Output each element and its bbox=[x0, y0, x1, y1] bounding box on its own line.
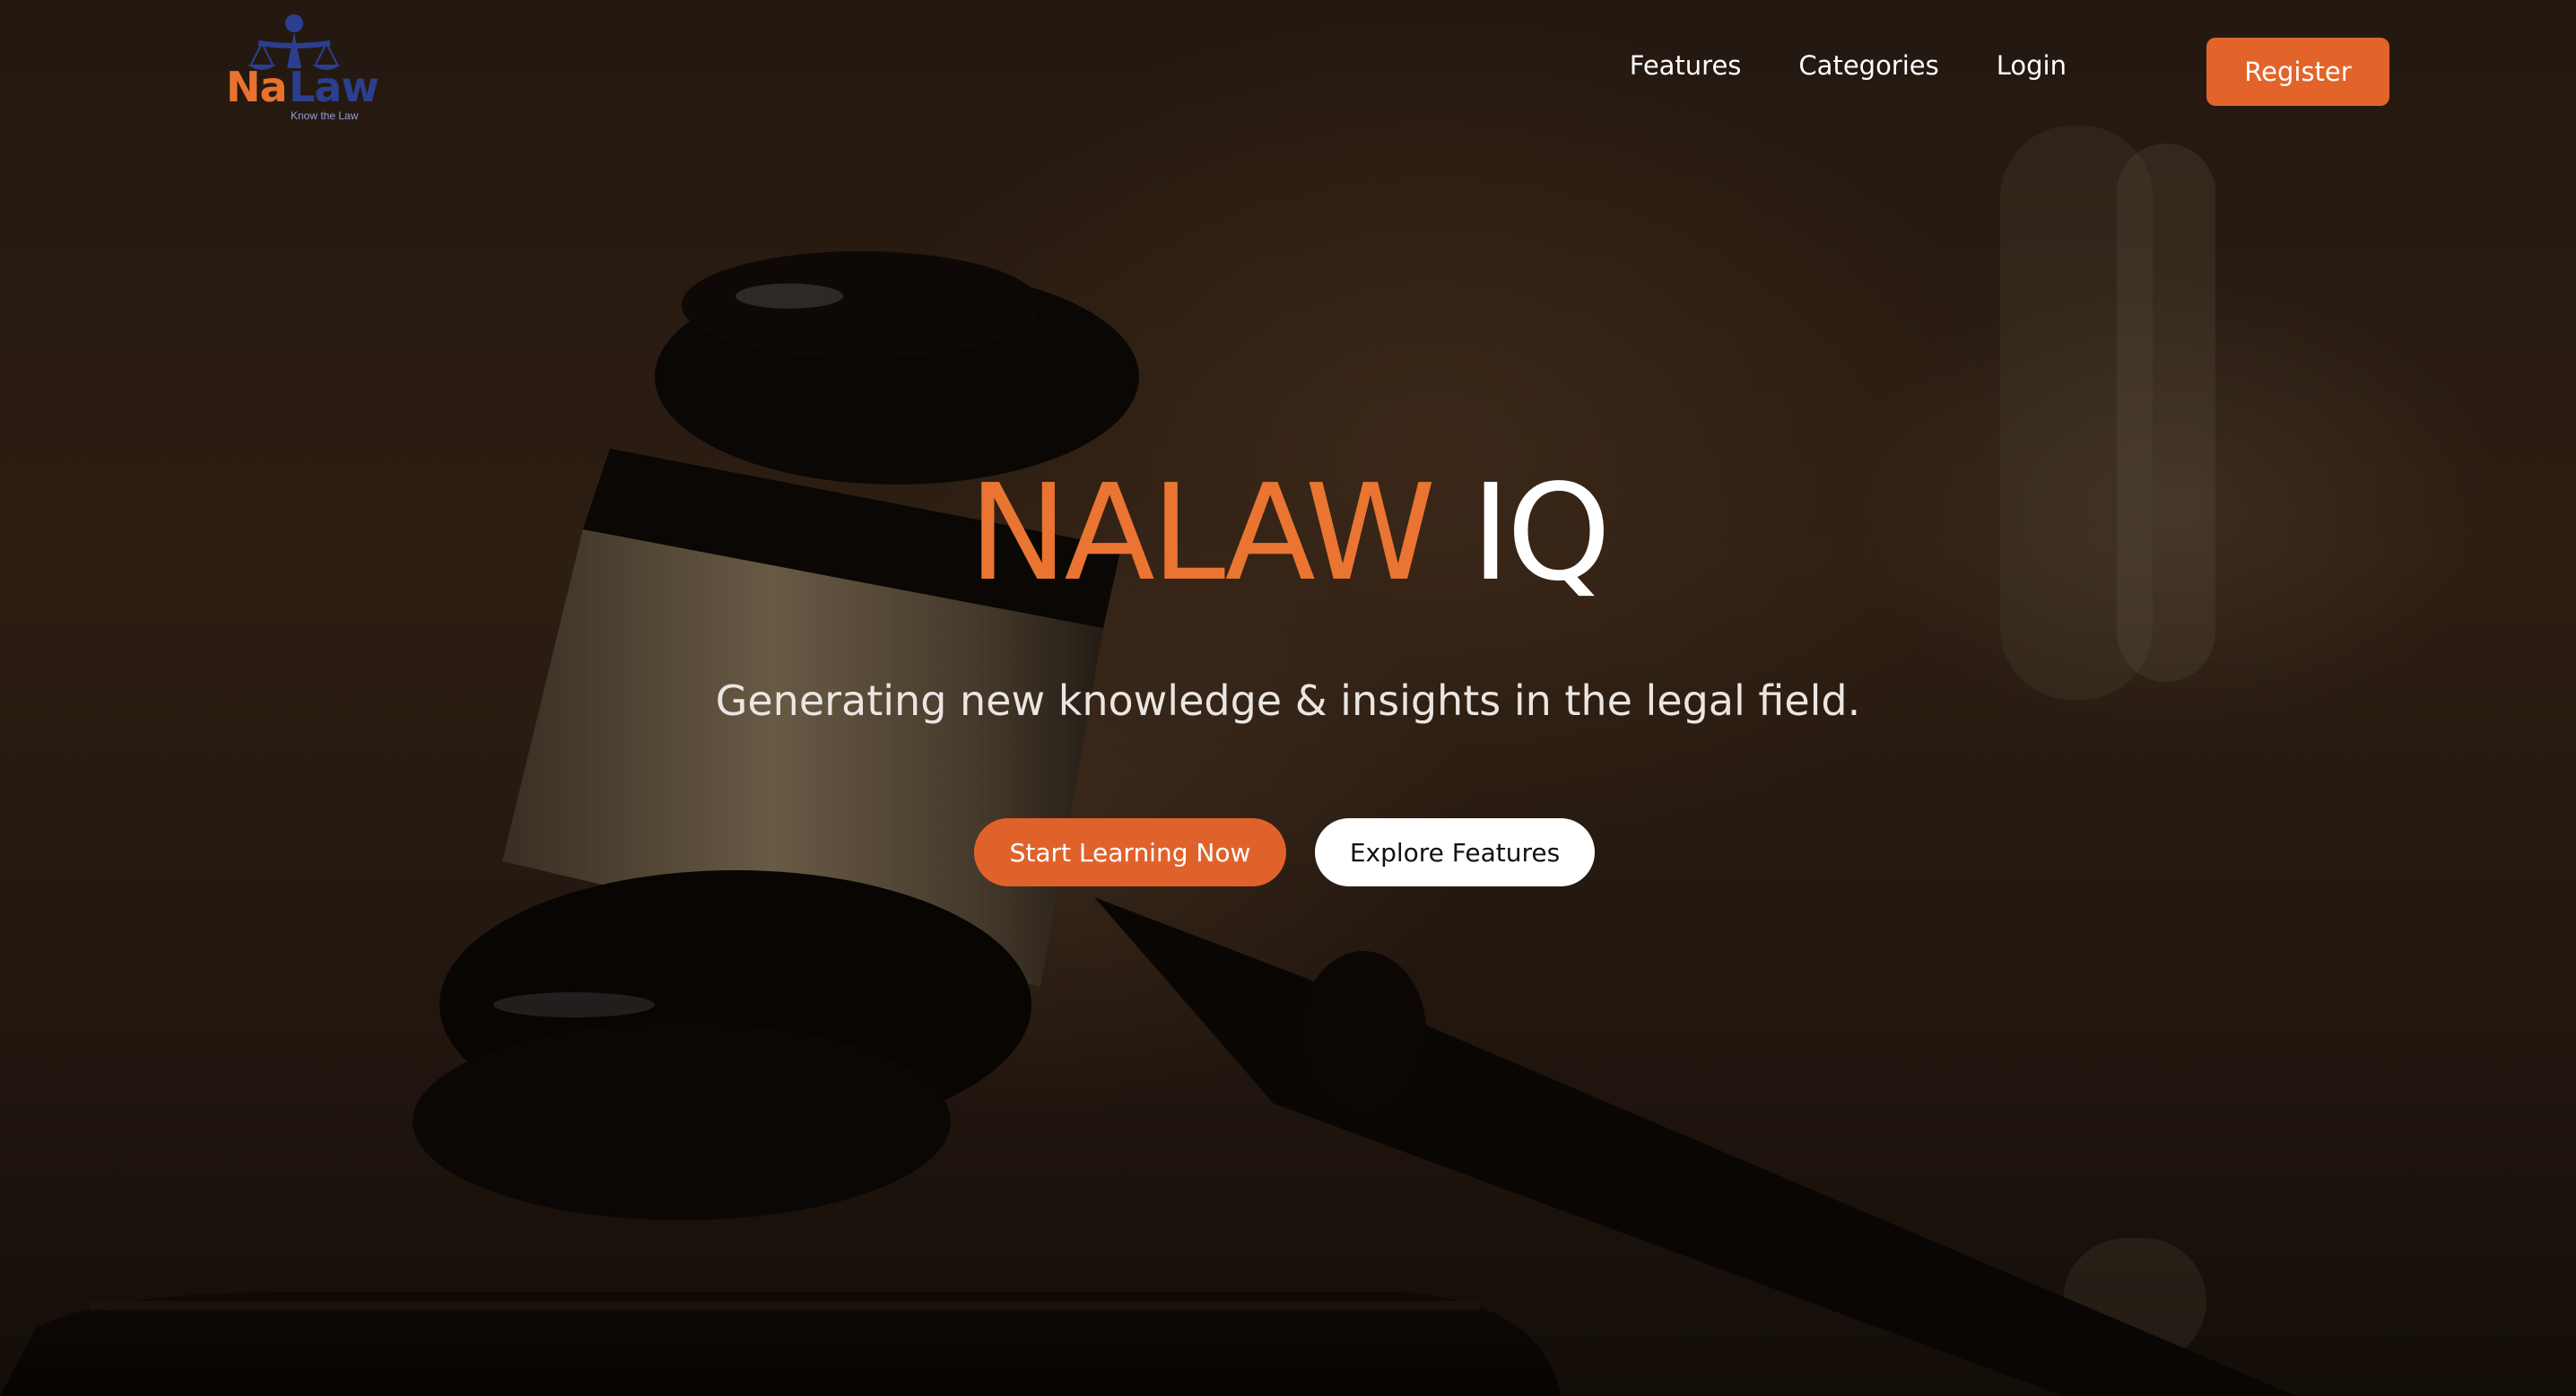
start-learning-button[interactable]: Start Learning Now bbox=[974, 818, 1286, 886]
hero-title-accent: NALAW bbox=[968, 456, 1436, 610]
brand-logo[interactable]: Na Law Know the Law bbox=[224, 13, 395, 122]
nav-link-login[interactable]: Login bbox=[1997, 50, 2067, 81]
hero-title: NALAW IQ bbox=[0, 467, 2576, 599]
logo-text-na: Na bbox=[226, 63, 288, 111]
nav-link-categories[interactable]: Categories bbox=[1798, 50, 1938, 81]
hero-section: Na Law Know the Law Features Categories … bbox=[0, 0, 2576, 1396]
nav-links: Features Categories Login bbox=[1630, 50, 2067, 81]
explore-features-button[interactable]: Explore Features bbox=[1315, 818, 1595, 886]
navbar: Na Law Know the Law Features Categories … bbox=[0, 0, 2576, 144]
hero-subtitle: Generating new knowledge & insights in t… bbox=[715, 676, 1861, 725]
nav-link-features[interactable]: Features bbox=[1630, 50, 1742, 81]
register-button[interactable]: Register bbox=[2206, 38, 2389, 106]
logo-text-law: Law bbox=[289, 63, 379, 111]
hero-title-rest: IQ bbox=[1471, 456, 1611, 610]
logo-tagline: Know the Law bbox=[291, 109, 359, 122]
